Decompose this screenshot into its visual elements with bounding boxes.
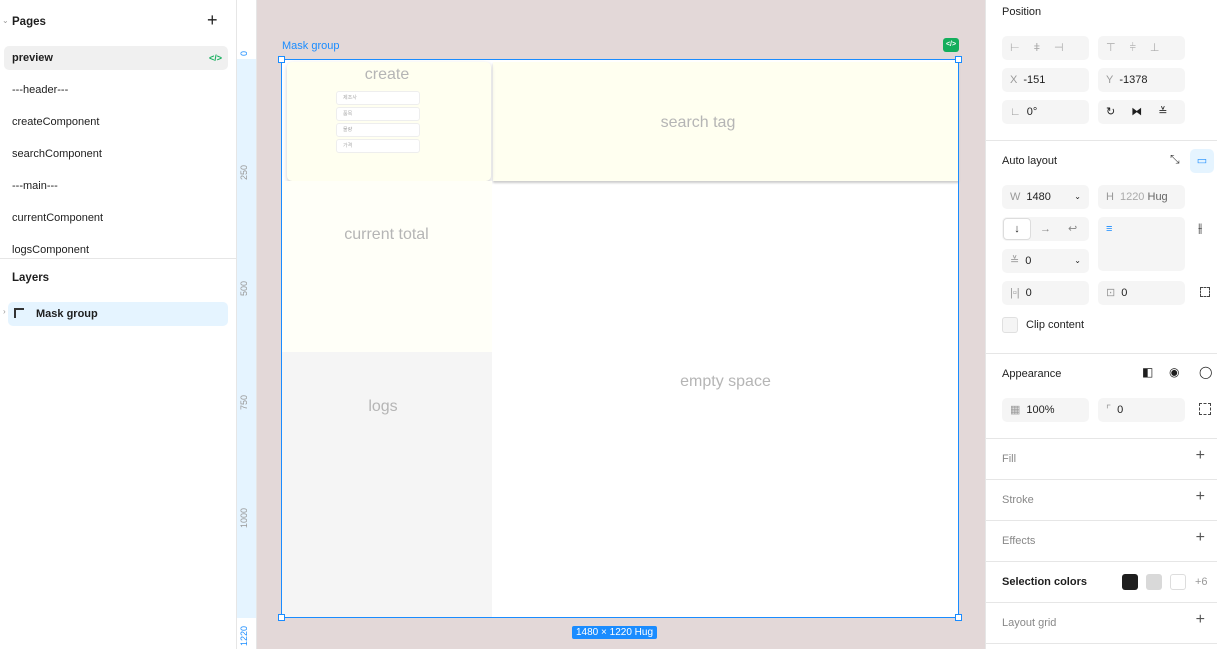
resize-handle[interactable] — [955, 56, 962, 63]
divider — [986, 438, 1217, 439]
y-field[interactable]: Y -1378 — [1098, 68, 1185, 92]
arrow-down-icon: ↓ — [1003, 218, 1031, 240]
selection-outline — [281, 59, 959, 618]
divider — [986, 520, 1217, 521]
direction-buttons[interactable]: ↓ → ↩ — [1002, 217, 1089, 241]
fill-title: Fill — [1002, 453, 1017, 465]
vertical-padding-field[interactable]: ⊡ 0 — [1098, 281, 1185, 305]
divider — [0, 258, 237, 259]
left-panel: ⌄ Pages + preview </> ---header--- create… — [0, 0, 237, 649]
chevron-right-icon[interactable]: › — [3, 307, 6, 316]
page-item-preview[interactable]: preview </> — [4, 46, 228, 70]
arrow-right-icon: → — [1040, 223, 1051, 235]
ruler-tick: 250 — [239, 164, 249, 180]
divider — [986, 643, 1217, 644]
divider — [986, 140, 1217, 141]
ruler-tick: 750 — [239, 394, 249, 410]
page-label: preview — [12, 52, 53, 64]
eye-icon[interactable]: ◉ — [1169, 365, 1179, 379]
color-swatch[interactable] — [1170, 574, 1186, 590]
canvas[interactable]: Mask group </> search tag create 제조사 품목 … — [257, 0, 985, 649]
chevron-down-icon: ⌄ — [1074, 192, 1081, 201]
add-layout-grid-button[interactable]: + — [1196, 611, 1205, 629]
effects-title: Effects — [1002, 535, 1036, 547]
ruler-tick: 0 — [239, 50, 249, 56]
properties-panel: Position ⊢ǂ⊣ ⊤⫩⊥ X -151 Y -1378 ∟ 0° ↻⧓≚ Au… — [985, 0, 1217, 649]
size-badge: 1480 × 1220 Hug — [572, 626, 658, 639]
horizontal-padding-field[interactable]: |▫| 0 — [1002, 281, 1089, 305]
width-field[interactable]: W 1480 ⌄ — [1002, 185, 1089, 209]
ruler-tick: 1220 — [239, 625, 249, 646]
auto-layout-title: Auto layout — [1002, 155, 1058, 167]
selection-colors-title: Selection colors — [1002, 576, 1087, 588]
dev-mode-icon: </> — [208, 53, 222, 63]
ruler-tick: 1000 — [239, 507, 249, 528]
clip-content-checkbox[interactable] — [1002, 317, 1018, 333]
divider — [986, 602, 1217, 603]
divider — [986, 561, 1217, 562]
variable-icon[interactable]: ◧ — [1142, 365, 1153, 379]
layer-item-mask-group[interactable]: › Mask group — [3, 302, 228, 326]
collapse-icon[interactable]: ⤡ — [1170, 152, 1180, 167]
layout-grid-title: Layout grid — [1002, 617, 1057, 629]
color-swatch[interactable] — [1146, 574, 1162, 590]
color-swatch[interactable] — [1122, 574, 1138, 590]
divider — [986, 479, 1217, 480]
page-item[interactable]: searchComponent — [4, 142, 228, 166]
blend-mode-icon[interactable]: ◯ — [1199, 365, 1212, 379]
chevron-down-icon[interactable]: ⌄ — [2, 16, 9, 25]
angle-icon: ∟ — [1010, 106, 1021, 118]
mask-group-frame[interactable]: search tag create 제조사 품목 물량 가격 current t… — [278, 56, 962, 621]
independent-corners-icon[interactable] — [1199, 403, 1211, 415]
resize-handle[interactable] — [278, 56, 285, 63]
vertical-align-buttons[interactable]: ⊤⫩⊥ — [1098, 36, 1185, 60]
appearance-title: Appearance — [1002, 368, 1062, 380]
page-item[interactable]: ---main--- — [4, 174, 228, 198]
vertical-ruler: 0 250 500 750 1000 1220 — [237, 0, 257, 649]
more-colors[interactable]: +6 — [1195, 576, 1208, 588]
divider — [986, 353, 1217, 354]
padding-icon[interactable] — [1200, 287, 1210, 297]
frame-label[interactable]: Mask group — [282, 40, 339, 52]
resize-handle[interactable] — [278, 614, 285, 621]
opacity-field[interactable]: ▦ 100% — [1002, 398, 1089, 422]
height-field[interactable]: H 1220 Hug — [1098, 185, 1185, 209]
resize-handle[interactable] — [955, 614, 962, 621]
clip-content-label: Clip content — [1026, 319, 1085, 331]
rotation-field[interactable]: ∟ 0° — [1002, 100, 1089, 124]
auto-layout-settings-icon[interactable]: ▭ — [1190, 149, 1214, 173]
sliders-icon[interactable]: ⫲ — [1198, 220, 1202, 236]
add-effect-button[interactable]: + — [1196, 529, 1205, 547]
page-item[interactable]: ---header--- — [4, 78, 228, 102]
add-stroke-button[interactable]: + — [1196, 488, 1205, 506]
transform-buttons[interactable]: ↻⧓≚ — [1098, 100, 1185, 124]
stroke-title: Stroke — [1002, 494, 1034, 506]
pages-title: Pages — [12, 16, 46, 28]
wrap-icon: ↩ — [1068, 223, 1078, 235]
position-title: Position — [1002, 6, 1042, 18]
gap-field[interactable]: ≚ 0 ⌄ — [1002, 249, 1089, 273]
ruler-tick: 500 — [239, 280, 249, 296]
x-field[interactable]: X -151 — [1002, 68, 1089, 92]
auto-layout-icon — [14, 308, 24, 318]
page-item[interactable]: currentComponent — [4, 206, 228, 230]
page-item[interactable]: createComponent — [4, 110, 228, 134]
horizontal-align-buttons[interactable]: ⊢ǂ⊣ — [1002, 36, 1089, 60]
dev-mode-icon[interactable]: </> — [943, 38, 959, 52]
add-page-button[interactable]: + — [207, 10, 218, 31]
chevron-down-icon: ⌄ — [1074, 256, 1081, 265]
alignment-grid[interactable]: ≡ — [1098, 217, 1185, 271]
layer-label: Mask group — [36, 308, 98, 320]
layers-title: Layers — [12, 272, 50, 284]
corner-radius-field[interactable]: ⌜ 0 — [1098, 398, 1185, 422]
add-fill-button[interactable]: + — [1196, 447, 1205, 465]
